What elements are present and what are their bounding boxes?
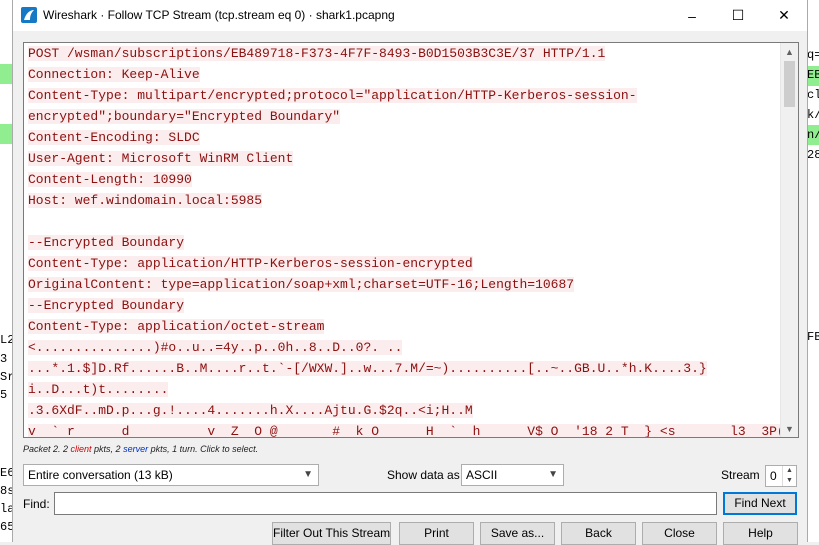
stream-line-text: ...*.1.$]D.Rf......B..M....r..t.`-[/WXW.…: [28, 361, 707, 376]
bg-fragment: L2: [0, 333, 12, 347]
stream-label: Stream: [721, 468, 760, 482]
stream-line-text: v ` r d v Z O @ # k O H ` h V$ O '18 2 T…: [28, 424, 780, 437]
bg-fragment: Sr: [0, 370, 12, 384]
stream-line-text: OriginalContent: type=application/soap+x…: [28, 277, 575, 292]
spin-arrows[interactable]: ▲ ▼: [782, 466, 796, 486]
stream-line-text: i..D...t)t........: [28, 382, 169, 397]
bg-fragment: la: [0, 502, 12, 516]
stream-line: Content-Type: application/HTTP-Kerberos-…: [28, 256, 780, 277]
stream-line-text: Content-Length: 10990: [28, 172, 192, 187]
stream-line-text: encrypted";boundary="Encrypted Boundary": [28, 109, 341, 124]
bg-fragment: 3: [0, 352, 8, 366]
vertical-scrollbar[interactable]: ▲ ▼: [780, 43, 798, 437]
bg-fragment: 65: [0, 520, 12, 534]
conversation-value: Entire conversation (13 kB): [28, 468, 173, 482]
stream-line-text: .3.6XdF..mD.p...g.!....4.......h.X....Aj…: [28, 403, 473, 418]
show-data-as-select[interactable]: ASCII ▼: [461, 464, 564, 486]
spin-down-icon[interactable]: ▼: [783, 476, 796, 486]
stream-line: .3.6XdF..mD.p...g.!....4.......h.X....Aj…: [28, 403, 780, 424]
stream-line: <...............)#o..u..=4y..p..0h..8..D…: [28, 340, 780, 361]
stream-line: User-Agent: Microsoft WinRM Client: [28, 151, 780, 172]
bg-fragment: 28: [807, 148, 819, 162]
wireshark-fin-icon: [21, 7, 37, 23]
stream-line: v ` r d v Z O @ # k O H ` h V$ O '18 2 T…: [28, 424, 780, 437]
find-label: Find:: [23, 497, 50, 511]
scroll-down-icon[interactable]: ▼: [781, 420, 798, 437]
stream-line: ...*.1.$]D.Rf......B..M....r..t.`-[/WXW.…: [28, 361, 780, 382]
stream-line: POST /wsman/subscriptions/EB489718-F373-…: [28, 46, 780, 67]
bg-fragment: FB: [807, 330, 819, 344]
bg-fragment: EB: [807, 68, 819, 82]
stream-line-text: Content-Type: application/HTTP-Kerberos-…: [28, 256, 473, 271]
bg-fragment: k/: [807, 108, 819, 122]
stream-line-text: Host: wef.windomain.local:5985: [28, 193, 263, 208]
show-data-as-value: ASCII: [466, 468, 498, 482]
spin-up-icon[interactable]: ▲: [783, 466, 796, 476]
scroll-thumb[interactable]: [784, 61, 795, 107]
stream-line: [28, 214, 780, 235]
stream-line: Content-Length: 10990: [28, 172, 780, 193]
maximize-button[interactable]: ☐: [715, 0, 761, 31]
background-window-left: L2 3 Sr 5 E6 8s la 65: [0, 0, 12, 542]
minimize-button[interactable]: –: [669, 0, 715, 31]
stream-line-text: Content-Type: multipart/encrypted;protoc…: [28, 88, 637, 103]
window-title: Wireshark · Follow TCP Stream (tcp.strea…: [43, 8, 395, 22]
find-input[interactable]: [54, 492, 717, 515]
scroll-up-icon[interactable]: ▲: [781, 43, 798, 60]
stream-line: OriginalContent: type=application/soap+x…: [28, 277, 780, 298]
title-bar[interactable]: Wireshark · Follow TCP Stream (tcp.strea…: [13, 0, 807, 31]
stream-line-text: Content-Type: application/octet-stream: [28, 319, 325, 334]
bg-fragment: cl: [807, 88, 819, 102]
stream-line: Content-Type: application/octet-stream: [28, 319, 780, 340]
stream-line-text: POST /wsman/subscriptions/EB489718-F373-…: [28, 46, 606, 61]
stream-line-text: Connection: Keep-Alive: [28, 67, 200, 82]
bg-fragment: n/: [807, 128, 819, 142]
stream-line-text: <...............)#o..u..=4y..p..0h..8..D…: [28, 340, 403, 355]
stream-content-area[interactable]: POST /wsman/subscriptions/EB489718-F373-…: [23, 42, 799, 438]
stream-line: Content-Type: multipart/encrypted;protoc…: [28, 88, 780, 109]
client-label: client: [70, 444, 92, 454]
server-label: server: [123, 444, 149, 454]
stream-line: Content-Encoding: SLDC: [28, 130, 780, 151]
stream-line: --Encrypted Boundary: [28, 298, 780, 319]
stream-number-value: 0: [770, 469, 777, 483]
conversation-select[interactable]: Entire conversation (13 kB) ▼: [23, 464, 319, 486]
stream-lines: POST /wsman/subscriptions/EB489718-F373-…: [28, 46, 780, 437]
stream-line: encrypted";boundary="Encrypted Boundary": [28, 109, 780, 130]
stream-number-spinbox[interactable]: 0 ▲ ▼: [765, 465, 797, 487]
chevron-down-icon: ▼: [303, 469, 313, 480]
stream-line-text: Content-Encoding: SLDC: [28, 130, 200, 145]
stream-line: Host: wef.windomain.local:5985: [28, 193, 780, 214]
chevron-down-icon: ▼: [548, 469, 558, 480]
bg-fragment: 8s: [0, 484, 12, 498]
follow-tcp-stream-dialog: Wireshark · Follow TCP Stream (tcp.strea…: [12, 0, 808, 545]
bg-fragment: q=: [807, 48, 819, 62]
stream-line: Connection: Keep-Alive: [28, 67, 780, 88]
stream-line-text: User-Agent: Microsoft WinRM Client: [28, 151, 294, 166]
find-next-button[interactable]: Find Next: [723, 492, 797, 515]
stream-line-text: --Encrypted Boundary: [28, 235, 185, 250]
close-window-button[interactable]: ✕: [761, 0, 807, 31]
bg-fragment: E6: [0, 466, 12, 480]
stream-line: i..D...t)t........: [28, 382, 780, 403]
show-data-as-label: Show data as: [387, 468, 460, 482]
stream-line: --Encrypted Boundary: [28, 235, 780, 256]
bg-fragment: 5: [0, 388, 8, 402]
packet-info-text[interactable]: Packet 2. 2 client pkts, 2 server pkts, …: [23, 444, 258, 454]
stream-line-text: --Encrypted Boundary: [28, 298, 185, 313]
